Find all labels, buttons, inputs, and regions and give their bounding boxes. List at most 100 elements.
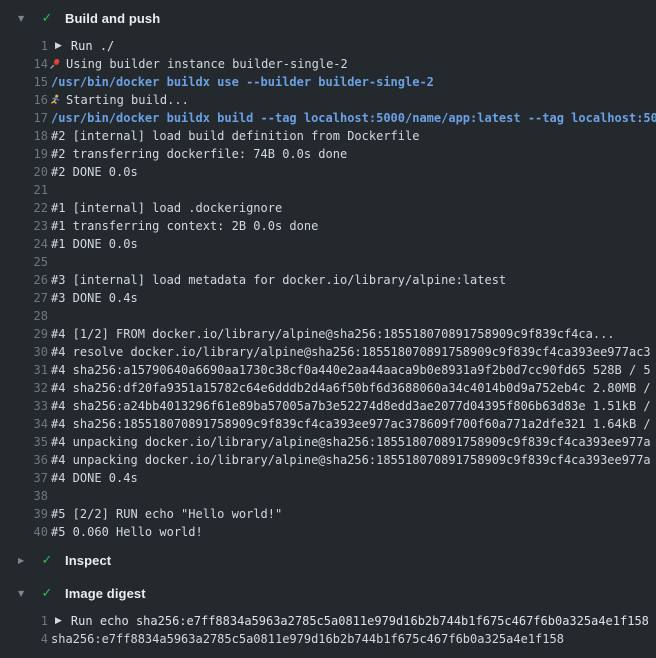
log-line: 19#2 transferring dockerfile: 74B 0.0s d… (0, 145, 656, 163)
log-section-inspect: ▶ ✓ Inspect (0, 547, 656, 573)
log-line: 1 ▶ Run echo sha256:e7ff8834a5963a2785c5a0… (0, 612, 656, 630)
line-text: #4 resolve docker.io/library/alpine@sha2… (51, 343, 651, 361)
log-line: 29#4 [1/2] FROM docker.io/library/alpine… (0, 325, 656, 343)
line-text: #4 sha256:185518070891758909c9f839cf4ca3… (51, 415, 651, 433)
line-number[interactable]: 15 (0, 73, 48, 91)
log-section-build-and-push: ▼ ✓ Build and push 1 ▶ Run ./ 14 Using builder … (0, 5, 656, 541)
line-text: #1 [internal] load .dockerignore (51, 199, 282, 217)
log-line: 36#4 unpacking docker.io/library/alpine@… (0, 451, 656, 469)
log-line: 39#5 [2/2] RUN echo "Hello world!" (0, 505, 656, 523)
log-line: 26#3 [internal] load metadata for docker… (0, 271, 656, 289)
line-number[interactable]: 33 (0, 397, 48, 415)
line-number[interactable]: 39 (0, 505, 48, 523)
line-number[interactable]: 37 (0, 469, 48, 487)
line-number[interactable]: 40 (0, 523, 48, 541)
line-number[interactable]: 20 (0, 163, 48, 181)
line-number[interactable]: 23 (0, 217, 48, 235)
line-number[interactable]: 19 (0, 145, 48, 163)
log-line: 25 (0, 253, 656, 271)
line-number[interactable]: 29 (0, 325, 48, 343)
log-line: 34#4 sha256:185518070891758909c9f839cf4c… (0, 415, 656, 433)
section-title: Inspect (65, 553, 111, 568)
line-number[interactable]: 27 (0, 289, 48, 307)
section-header-image-digest[interactable]: ▼✓Image digest (0, 580, 656, 606)
section-title: Build and push (65, 11, 160, 26)
log-line: 28 (0, 307, 656, 325)
log-line: 35#4 unpacking docker.io/library/alpine@… (0, 433, 656, 451)
play-icon[interactable]: ▶ (55, 612, 62, 630)
log-line: 1 ▶ Run ./ (0, 37, 656, 55)
pushpin-icon (49, 58, 61, 70)
play-icon[interactable]: ▶ (55, 37, 62, 55)
line-number[interactable]: 25 (0, 253, 48, 271)
line-text: Run ./ (71, 37, 114, 55)
section-header-inspect[interactable]: ▶ ✓ Inspect (0, 547, 656, 573)
line-text: #2 [internal] load build definition from… (51, 127, 419, 145)
line-text: Run echo sha256:e7ff8834a5963a2785c5a081… (71, 612, 649, 630)
line-text: /usr/bin/docker buildx use --builder bui… (51, 73, 434, 91)
log-line: 20#2 DONE 0.0s (0, 163, 656, 181)
line-text: #1 DONE 0.0s (51, 235, 138, 253)
success-check-icon: ✓ (40, 553, 54, 568)
line-text: #3 DONE 0.4s (51, 289, 138, 307)
workflow-log: ▼✓Build and push1▶Run ./14Using builder … (0, 0, 656, 648)
log-line: 21 (0, 181, 656, 199)
line-number[interactable]: 35 (0, 433, 48, 451)
line-text: #1 transferring context: 2B 0.0s done (51, 217, 318, 235)
line-number[interactable]: 26 (0, 271, 48, 289)
section-header-build-and-push[interactable]: ▼ ✓ Build and push (0, 5, 656, 31)
chevron-down-icon[interactable]: ▼ (18, 14, 30, 23)
line-text: #5 [2/2] RUN echo "Hello world!" (51, 505, 282, 523)
line-number[interactable]: 32 (0, 379, 48, 397)
log-line: 18#2 [internal] load build definition fr… (0, 127, 656, 145)
line-text: #3 [internal] load metadata for docker.i… (51, 271, 506, 289)
line-number[interactable]: 1 (0, 612, 48, 630)
log-line: 32#4 sha256:df20fa9351a15782c64e6dddb2d4… (0, 379, 656, 397)
line-text: #4 [1/2] FROM docker.io/library/alpine@s… (51, 325, 615, 343)
log-line: 37#4 DONE 0.4s (0, 469, 656, 487)
log-line: 27#3 DONE 0.4s (0, 289, 656, 307)
line-number[interactable]: 22 (0, 199, 48, 217)
line-number[interactable]: 30 (0, 343, 48, 361)
log-line: 15/usr/bin/docker buildx use --builder b… (0, 73, 656, 91)
log-line: 38 (0, 487, 656, 505)
line-number[interactable]: 14 (0, 55, 48, 73)
line-text: #2 DONE 0.0s (51, 163, 138, 181)
line-number[interactable]: 1 (0, 37, 48, 55)
line-text: #4 unpacking docker.io/library/alpine@sh… (51, 433, 651, 451)
line-number[interactable]: 34 (0, 415, 48, 433)
log-line: 23#1 transferring context: 2B 0.0s done (0, 217, 656, 235)
line-text: Using builder instance builder-single-2 (66, 55, 348, 73)
line-text: #4 DONE 0.4s (51, 469, 138, 487)
section-body-build-and-push: 1 ▶ Run ./ 14 Using builder instance builder… (0, 37, 656, 541)
log-line: 33#4 sha256:a24bb4013296f61e89ba57005a7b… (0, 397, 656, 415)
line-number[interactable]: 24 (0, 235, 48, 253)
section-body-image-digest: 1 ▶ Run echo sha256:e7ff8834a5963a2785c5a0… (0, 612, 656, 648)
line-number[interactable]: 18 (0, 127, 48, 145)
line-text: /usr/bin/docker buildx build --tag local… (51, 109, 656, 127)
log-line: 22#1 [internal] load .dockerignore (0, 199, 656, 217)
line-text: #4 sha256:a15790640a6690aa1730c38cf0a440… (51, 361, 651, 379)
line-number[interactable]: 16 (0, 91, 48, 109)
log-section-image-digest: ▼✓Image digest1▶Run echo sha256:e7ff8834… (0, 580, 656, 648)
line-text: #4 sha256:df20fa9351a15782c64e6dddb2d4a6… (51, 379, 651, 397)
line-text: sha256:e7ff8834a5963a2785c5a0811e979d16b… (51, 630, 564, 648)
line-text: Starting build... (66, 91, 189, 109)
log-line: 31#4 sha256:a15790640a6690aa1730c38cf0a4… (0, 361, 656, 379)
log-line: 14 Using builder instance builder-single-… (0, 55, 656, 73)
line-number[interactable]: 36 (0, 451, 48, 469)
line-number[interactable]: 4 (0, 630, 48, 648)
line-number[interactable]: 21 (0, 181, 48, 199)
log-line: 4sha256:e7ff8834a5963a2785c5a0811e979d16… (0, 630, 656, 648)
line-text: #5 0.060 Hello world! (51, 523, 203, 541)
line-number[interactable]: 17 (0, 109, 48, 127)
chevron-down-icon[interactable]: ▼ (18, 589, 30, 598)
chevron-right-icon[interactable]: ▶ (18, 556, 30, 565)
success-check-icon: ✓ (40, 586, 54, 601)
line-number[interactable]: 31 (0, 361, 48, 379)
line-number[interactable]: 28 (0, 307, 48, 325)
line-number[interactable]: 38 (0, 487, 48, 505)
success-check-icon: ✓ (40, 11, 54, 26)
log-line: 17/usr/bin/docker buildx build --tag loc… (0, 109, 656, 127)
line-text: #4 sha256:a24bb4013296f61e89ba57005a7b3e… (51, 397, 651, 415)
